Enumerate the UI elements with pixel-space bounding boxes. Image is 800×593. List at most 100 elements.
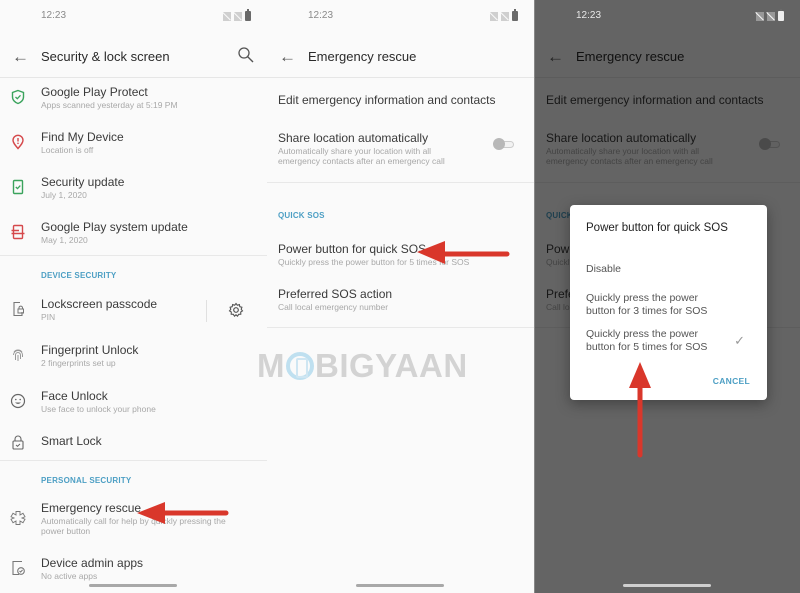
- no-sim-icon: [756, 11, 764, 21]
- share-location-item[interactable]: Share location automatically Automatical…: [267, 129, 534, 169]
- battery-icon: [778, 9, 784, 21]
- item-title: Power button for quick SOS: [278, 242, 427, 256]
- section-header-quick-sos: QUICK SOS: [278, 211, 325, 220]
- item-title: Face Unlock: [41, 389, 108, 403]
- option-label-line2: button for 3 times for SOS: [586, 305, 708, 317]
- list-item-security-update[interactable]: Security update July 1, 2020: [0, 174, 267, 214]
- gear-icon[interactable]: [228, 302, 244, 318]
- item-title: Preferred SOS action: [278, 287, 393, 301]
- item-title: Security update: [41, 175, 125, 189]
- option-label-line1: Quickly press the power: [586, 328, 699, 340]
- cancel-button[interactable]: CANCEL: [713, 376, 750, 386]
- no-sim-icon: [223, 11, 231, 21]
- power-button-sos-dialog: Power button for quick SOS Disable Quick…: [570, 205, 767, 400]
- battery-icon: [245, 9, 251, 21]
- status-bar: 12:23: [308, 9, 518, 24]
- status-time: 12:23: [308, 10, 334, 21]
- item-title: Google Play system update: [41, 220, 188, 234]
- item-title: Edit emergency information and contacts: [278, 93, 496, 107]
- list-item-find-my-device[interactable]: Find My Device Location is off: [0, 129, 267, 169]
- emergency-icon: [10, 511, 26, 525]
- smart-lock-icon: [12, 435, 24, 450]
- item-subtitle: July 1, 2020: [41, 190, 87, 200]
- divider: [267, 327, 534, 328]
- item-subtitle-line2: power button: [41, 526, 91, 536]
- checkmark-icon: ✓: [734, 333, 745, 348]
- section-header-personal-security: PERSONAL SECURITY: [41, 476, 132, 485]
- edit-emergency-info-item[interactable]: Edit emergency information and contacts: [267, 90, 534, 112]
- status-bar: 12:23: [576, 9, 784, 24]
- gesture-nav-bar[interactable]: [356, 584, 444, 587]
- no-sim-icon: [767, 11, 775, 21]
- option-disable[interactable]: Disable: [586, 263, 736, 276]
- list-item-google-play-system-update[interactable]: Google Play system update May 1, 2020: [0, 219, 267, 259]
- security-lock-screen-panel: 12:23 ← Security & lock screen Google Pl…: [0, 0, 267, 593]
- fingerprint-icon: [13, 349, 23, 361]
- item-subtitle: Location is off: [41, 145, 94, 155]
- share-location-toggle[interactable]: [493, 138, 515, 150]
- item-title: Device admin apps: [41, 556, 144, 570]
- watermark-logo: M BIGYAAN: [257, 347, 468, 384]
- item-subtitle-line2: emergency contacts after an emergency ca…: [278, 156, 445, 166]
- battery-icon: [512, 9, 518, 21]
- item-subtitle: PIN: [41, 312, 56, 322]
- annotation-arrow-icon: [417, 241, 510, 264]
- list-item-google-play-protect[interactable]: Google Play Protect Apps scanned yesterd…: [0, 84, 267, 124]
- item-subtitle: No active apps: [41, 571, 98, 581]
- item-title: Emergency rescue: [41, 501, 142, 515]
- gesture-nav-bar[interactable]: [623, 584, 711, 587]
- list-item-fingerprint-unlock[interactable]: Fingerprint Unlock 2 fingerprints set up: [0, 342, 267, 382]
- no-sim-icon: [234, 11, 242, 21]
- page-title: Security & lock screen: [41, 49, 170, 64]
- item-subtitle: Use face to unlock your phone: [41, 404, 156, 414]
- divider: [267, 182, 534, 183]
- item-title: Find My Device: [41, 130, 124, 144]
- device-admin-icon: [12, 560, 25, 576]
- no-sim-icon: [501, 11, 509, 21]
- app-bar: ← Security & lock screen: [0, 40, 267, 78]
- gesture-nav-bar[interactable]: [89, 584, 177, 587]
- option-label: Disable: [586, 263, 622, 275]
- search-icon[interactable]: [237, 46, 255, 64]
- lock-phone-icon: [13, 301, 24, 317]
- item-subtitle: Apps scanned yesterday at 5:19 PM: [41, 100, 178, 110]
- item-title: Google Play Protect: [41, 85, 148, 99]
- option-5-times[interactable]: Quickly press the power button for 5 time…: [586, 328, 736, 354]
- back-arrow-icon[interactable]: ←: [12, 48, 29, 65]
- emergency-rescue-panel: 12:23 ← Emergency rescue Edit emergency …: [267, 0, 534, 593]
- item-subtitle: 2 fingerprints set up: [41, 358, 116, 368]
- divider: [0, 255, 267, 256]
- preferred-sos-action-item[interactable]: Preferred SOS action Call local emergenc…: [267, 285, 534, 315]
- vertical-divider: [206, 300, 207, 322]
- option-label-line1: Quickly press the power: [586, 292, 699, 304]
- face-icon: [10, 393, 26, 409]
- phone-check-icon: [12, 179, 24, 195]
- back-arrow-icon[interactable]: ←: [279, 48, 296, 65]
- item-title: Lockscreen passcode: [41, 297, 158, 311]
- phone-sync-icon: [11, 224, 25, 240]
- option-label-line2: button for 5 times for SOS: [586, 341, 708, 353]
- no-sim-icon: [490, 11, 498, 21]
- list-item-lockscreen-passcode[interactable]: Lockscreen passcode PIN: [0, 296, 267, 336]
- option-3-times[interactable]: Quickly press the power button for 3 time…: [586, 292, 736, 318]
- item-subtitle: May 1, 2020: [41, 235, 88, 245]
- item-title: Smart Lock: [41, 434, 102, 448]
- section-header-device-security: DEVICE SECURITY: [41, 271, 117, 280]
- item-title: Share location automatically: [278, 131, 429, 145]
- status-bar: 12:23: [41, 9, 251, 24]
- dialog-title: Power button for quick SOS: [586, 222, 728, 234]
- page-title: Emergency rescue: [308, 49, 417, 64]
- list-item-face-unlock[interactable]: Face Unlock Use face to unlock your phon…: [0, 388, 267, 428]
- item-title: Fingerprint Unlock: [41, 343, 139, 357]
- status-time: 12:23: [576, 10, 602, 21]
- phone-logo-icon: [286, 352, 314, 380]
- app-bar: ← Emergency rescue: [267, 40, 534, 78]
- annotation-arrow-icon: [629, 362, 651, 458]
- location-pin-icon: [12, 134, 24, 150]
- emergency-rescue-dialog-panel: ← Emergency rescue Edit emergency inform…: [534, 0, 800, 593]
- divider: [0, 460, 267, 461]
- status-time: 12:23: [41, 10, 67, 21]
- list-item-smart-lock[interactable]: Smart Lock: [0, 432, 267, 458]
- shield-check-icon: [11, 89, 25, 105]
- item-subtitle: Call local emergency number: [278, 302, 389, 312]
